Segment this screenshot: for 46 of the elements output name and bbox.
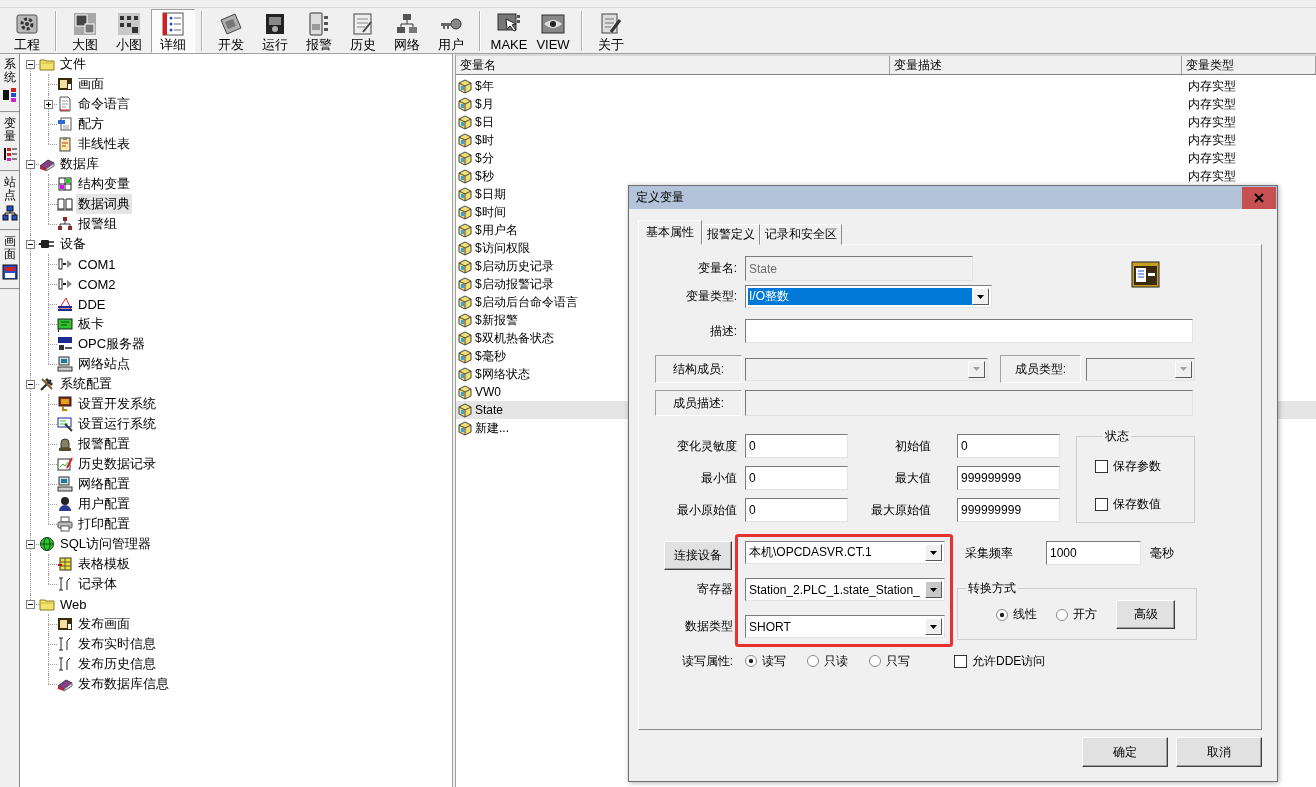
unit-label: 毫秒	[1150, 544, 1174, 562]
variable-name: State	[475, 403, 504, 417]
variable-name: $访问权限	[475, 239, 530, 257]
dialog-title: 定义变量	[636, 189, 684, 206]
field-label: 最大原始值	[870, 502, 932, 519]
field-label: 初始值	[894, 438, 932, 455]
variable-name: $网络状态	[475, 365, 530, 383]
field-label: 描述:	[708, 322, 737, 340]
variable-type: 内存实型	[1188, 149, 1236, 167]
field-label: 成员描述:	[655, 390, 742, 416]
variable-name: $新报警	[475, 311, 518, 329]
variable-name: $双机热备状态	[475, 329, 554, 347]
variable-type: 内存实型	[1188, 95, 1236, 113]
variable-name: $分	[475, 149, 494, 167]
variable-name: 新建...	[475, 419, 509, 437]
field-label: 寄存器	[696, 581, 734, 598]
field-label: 最小值	[700, 470, 738, 487]
variable-type: 内存实型	[1188, 77, 1236, 95]
field-label: 采集频率	[964, 544, 1014, 562]
variable-name: $月	[475, 95, 494, 113]
field-label: 变量名:	[696, 260, 737, 277]
variable-name: $用户名	[475, 221, 518, 239]
variable-name: VW0	[475, 385, 501, 399]
variable-name: $日期	[475, 185, 506, 203]
variable-name: $年	[475, 77, 494, 95]
group-title: 转换方式	[967, 581, 1017, 595]
variable-name: $启动历史记录	[475, 257, 554, 275]
field-label: 变量类型:	[684, 288, 737, 305]
variable-type: 内存实型	[1188, 113, 1236, 131]
variable-name: $启动报警记录	[475, 275, 554, 293]
group-title: 状态	[1104, 429, 1130, 443]
field-label: 数据类型	[684, 618, 734, 635]
field-label: 读写属性:	[680, 652, 734, 670]
field-label: 变化灵敏度	[676, 438, 738, 455]
variable-name: $日	[475, 113, 494, 131]
variable-name: $时	[475, 131, 494, 149]
variable-name: $毫秒	[475, 347, 506, 365]
variable-name: $秒	[475, 167, 494, 185]
variable-type: 内存实型	[1188, 131, 1236, 149]
field-label: 最小原始值	[676, 502, 738, 519]
variable-name: $启动后台命令语言	[475, 293, 578, 311]
field-label: 成员类型:	[1000, 355, 1081, 383]
field-label: 最大值	[894, 470, 932, 487]
field-label: 结构成员:	[655, 355, 742, 383]
variable-name: $时间	[475, 203, 506, 221]
variable-type: 内存实型	[1188, 167, 1236, 185]
